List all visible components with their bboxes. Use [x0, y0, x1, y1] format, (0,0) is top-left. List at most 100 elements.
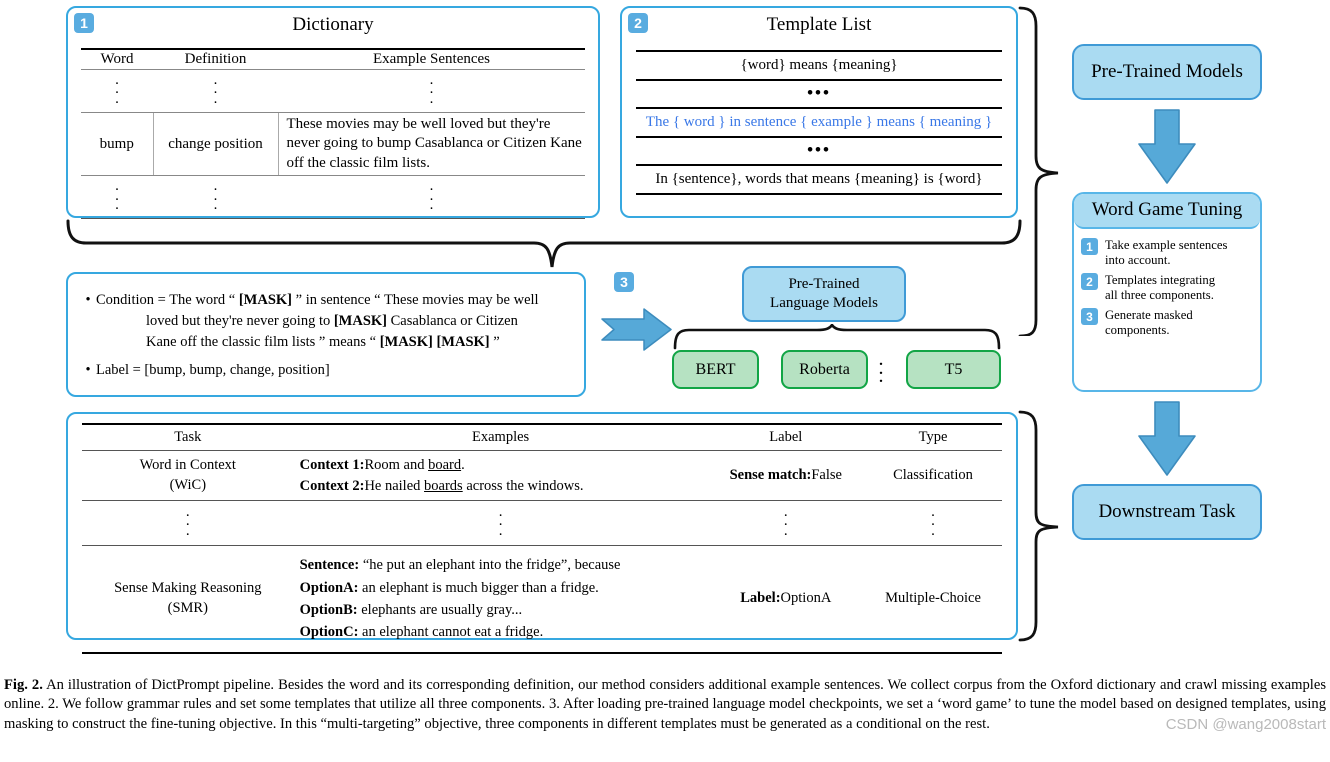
caption-body: An illustration of DictPrompt pipeline. … [4, 677, 1326, 732]
tuning-step-line1: Generate masked [1105, 308, 1193, 323]
task-examples-cell: Sentence: “he put an elephant into the f… [293, 545, 708, 654]
task-col-examples: Examples [293, 423, 708, 451]
condition-text: Condition = The word “ [MASK] ” in sente… [96, 290, 570, 353]
dictionary-example-value: These movies may be well loved but they'… [278, 112, 585, 177]
ellipsis-cell: ... [293, 500, 708, 547]
tuning-step-text: Take example sentences into account. [1105, 238, 1227, 267]
model-label: Roberta [799, 360, 850, 378]
ellipsis-cell: ... [81, 69, 153, 113]
example-line: Context 2:He nailed boards across the wi… [300, 476, 702, 497]
pipeline-stage-label: Downstream Task [1098, 501, 1236, 522]
tuning-step-line2: components. [1105, 322, 1170, 337]
tuning-step-badge: 1 [1081, 238, 1098, 255]
task-table: Task Examples Label Type Word in Context… [82, 423, 1002, 654]
ellipsis-cell: ... [278, 175, 585, 220]
ellipsis-cell: ... [707, 500, 864, 547]
template-list-panel: 2 Template List {word} means {meaning} •… [620, 6, 1018, 218]
model-box-bert[interactable]: BERT [672, 350, 759, 389]
model-box-t5[interactable]: T5 [906, 350, 1001, 389]
task-type-cell: Multiple-Choice [863, 545, 1002, 654]
merge-brace [66, 219, 1022, 268]
tuning-step-badge: 2 [1081, 273, 1098, 291]
table-row: ... ... ... [81, 175, 585, 220]
task-table-panel: Task Examples Label Type Word in Context… [66, 412, 1018, 654]
condition-label-values: Label = [bump, bump, change, position] [96, 362, 330, 379]
tuning-step-line1: Templates integrating [1105, 273, 1216, 288]
dictionary-col-word: Word [81, 48, 153, 70]
template-row: {word} means {meaning} [740, 57, 898, 73]
example-rest: He nailed [364, 477, 425, 494]
pipeline-stage-word-game-tuning: Word Game Tuning 1 Take example sentence… [1072, 192, 1262, 392]
task-name-cell: Sense Making Reasoning (SMR) [82, 545, 294, 654]
pipeline-brace-top [1018, 6, 1059, 336]
example-line: OptionC: an elephant cannot eat a fridge… [300, 621, 702, 643]
dictionary-panel: 1 Dictionary Word Definition Example Sen… [66, 6, 600, 220]
dictionary-col-examples: Example Sentences [278, 48, 585, 70]
dictionary-word-value: bump [81, 112, 154, 177]
tuning-step-line2: all three components. [1105, 287, 1214, 302]
models-brace [673, 324, 1001, 350]
watermark: CSDN @wang2008start [1165, 715, 1326, 733]
dictionary-definition-value: change position [153, 112, 279, 177]
label-value: OptionA [780, 590, 832, 607]
condition-label: Condition = [96, 292, 170, 308]
task-header-row: Task Examples Label Type [82, 423, 1002, 451]
task-examples-cell: Context 1:Room and board. Context 2:He n… [293, 450, 708, 502]
tuning-step-2: 2 Templates integrating all three compon… [1074, 269, 1260, 304]
tuning-step-1: 1 Take example sentences into account. [1074, 234, 1260, 269]
example-line: Context 1:Room and board. [300, 455, 702, 476]
template-step-badge: 2 [628, 13, 648, 33]
example-underlined: board [428, 457, 462, 473]
pipeline-stage-label: Pre-Trained Models [1091, 61, 1243, 82]
ellipsis-cell: ... [153, 69, 278, 113]
pipeline-stage-pretrained-models[interactable]: Pre-Trained Models [1072, 44, 1262, 100]
lm-line-1: Pre-Trained [788, 276, 860, 293]
task-name-line2: (SMR) [167, 599, 208, 616]
ellipsis-cell: ... [81, 175, 153, 220]
divider [636, 193, 1002, 195]
template-row-highlight: The { word } in sentence { example } mea… [645, 114, 993, 130]
example-lead: OptionB: [299, 601, 358, 618]
model-label: BERT [695, 360, 736, 378]
down-arrow-icon [1138, 109, 1196, 184]
lm-box-text: Pre-Trained Language Models [770, 275, 878, 313]
right-arrow-icon [601, 308, 672, 351]
example-rest: Room and [364, 457, 429, 473]
condition-line-2: loved but they're never going to [MASK] … [146, 313, 518, 330]
lm-line-2: Language Models [770, 295, 878, 311]
figure-canvas: 1 Dictionary Word Definition Example Sen… [0, 0, 1330, 762]
dictionary-step-badge: 1 [74, 13, 94, 33]
tuning-step-text: Templates integrating all three componen… [1105, 273, 1215, 302]
table-row: Sense Making Reasoning (SMR) Sentence: “… [82, 545, 1002, 654]
example-lead: Sentence: [299, 557, 360, 574]
task-label-cell: Sense match:False [707, 450, 864, 502]
ellipsis-cell: ... [278, 69, 585, 113]
example-rest: elephants are usually gray... [357, 601, 523, 618]
task-type-cell: Classification [863, 450, 1002, 502]
tuning-step-text: Generate masked components. [1105, 308, 1193, 337]
model-box-roberta[interactable]: Roberta [781, 350, 868, 389]
task-name-line1: Sense Making Reasoning [114, 580, 262, 597]
pipeline-stage-downstream-task[interactable]: Downstream Task [1072, 484, 1262, 540]
example-underlined: boards [424, 477, 463, 494]
example-tail: . [461, 457, 465, 473]
word-game-tuning-title: Word Game Tuning [1074, 194, 1260, 229]
dictionary-header-row: Word Definition Example Sentences [81, 48, 585, 70]
down-arrow-icon [1138, 401, 1196, 476]
ellipsis-cell: ... [863, 500, 1002, 547]
tuning-step-3: 3 Generate masked components. [1074, 304, 1260, 339]
example-rest: an elephant cannot eat a fridge. [358, 624, 544, 641]
model-label: T5 [944, 360, 963, 378]
table-row: ... ... ... [81, 69, 585, 113]
template-row-ellipsis: ••• [807, 140, 831, 159]
example-tail: across the windows. [462, 477, 584, 494]
caption-label: Fig. 2. [4, 677, 43, 693]
pretrained-lm-box: Pre-Trained Language Models [742, 266, 906, 322]
label-value: False [811, 467, 842, 484]
example-rest: “he put an elephant into the fridge”, be… [359, 557, 621, 574]
task-col-type: Type [863, 423, 1002, 451]
ellipsis-cell: ... [153, 175, 278, 220]
dictionary-table: Word Definition Example Sentences ... ..… [81, 48, 585, 220]
label-bullet-row: • Label = [bump, bump, change, position] [80, 360, 570, 381]
task-name-line1: Word in Context [139, 457, 236, 474]
